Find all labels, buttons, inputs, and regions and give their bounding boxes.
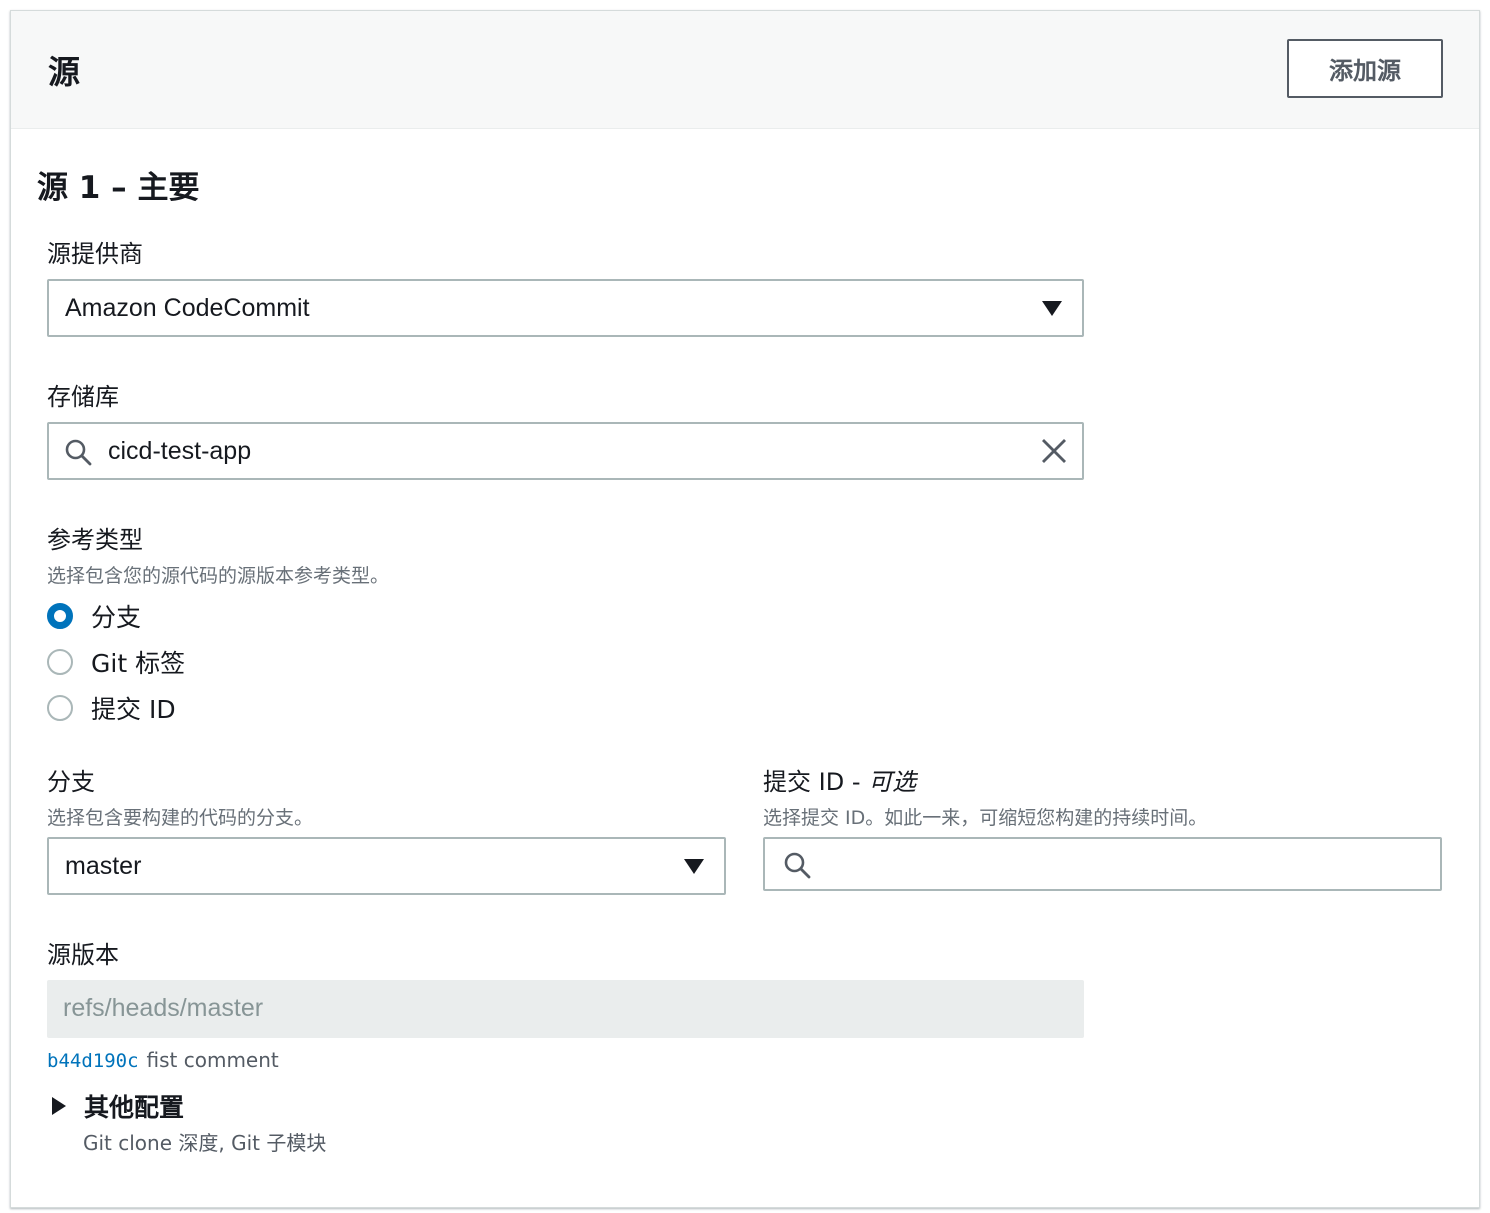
caret-right-icon <box>52 1097 66 1115</box>
source-version-value: refs/heads/master <box>63 994 264 1022</box>
caret-down-icon <box>684 859 704 874</box>
branch-select[interactable]: master <box>47 837 726 895</box>
source-provider-select[interactable]: Amazon CodeCommit <box>47 279 1084 337</box>
reference-type-label: 参考类型 <box>47 526 143 554</box>
radio-button[interactable] <box>47 695 73 721</box>
caret-down-icon <box>1042 301 1062 316</box>
additional-config-label: 其他配置 <box>84 1093 185 1122</box>
section-title: 源 1 – 主要 <box>37 170 200 206</box>
commit-info: b44d190c fist comment <box>47 1048 279 1072</box>
radio-option-branch[interactable]: 分支 <box>47 598 141 634</box>
radio-button[interactable] <box>47 603 73 629</box>
source-provider-value: Amazon CodeCommit <box>65 294 310 322</box>
commit-message: fist comment <box>146 1048 279 1072</box>
branch-value: master <box>65 852 142 880</box>
radio-option-commit-id[interactable]: 提交 ID <box>47 690 176 726</box>
additional-config-expander[interactable]: 其他配置 <box>52 1088 184 1124</box>
search-icon <box>65 439 92 466</box>
search-icon <box>784 852 811 879</box>
radio-button[interactable] <box>47 649 73 675</box>
commit-id-label: 提交 ID - 可选 <box>763 762 916 797</box>
source-version-field: refs/heads/master <box>47 980 1084 1038</box>
panel-title: 源 <box>48 53 81 91</box>
clear-icon[interactable] <box>1040 437 1068 465</box>
radio-label: Git 标签 <box>91 649 186 678</box>
repository-input[interactable]: cicd-test-app <box>47 422 1084 480</box>
radio-option-git-tag[interactable]: Git 标签 <box>47 644 185 680</box>
source-version-label: 源版本 <box>47 941 119 969</box>
commit-id-description: 选择提交 ID。如此一来，可缩短您构建的持续时间。 <box>763 807 1208 829</box>
commit-id-optional: 可选 <box>868 768 917 796</box>
commit-id-label-text: 提交 ID - <box>763 768 869 796</box>
panel-header: 源 添加源 <box>11 11 1479 129</box>
additional-config-description: Git clone 深度, Git 子模块 <box>83 1131 327 1155</box>
radio-label: 提交 ID <box>91 695 176 724</box>
source-provider-label: 源提供商 <box>47 240 143 268</box>
branch-description: 选择包含要构建的代码的分支。 <box>47 807 314 829</box>
reference-type-description: 选择包含您的源代码的源版本参考类型。 <box>47 565 390 587</box>
commit-hash-link[interactable]: b44d190c <box>47 1050 139 1072</box>
repository-value: cicd-test-app <box>108 437 252 465</box>
add-source-button[interactable]: 添加源 <box>1287 39 1443 98</box>
radio-label: 分支 <box>91 603 142 632</box>
branch-label: 分支 <box>47 768 95 796</box>
repository-label: 存储库 <box>47 383 119 411</box>
commit-id-input[interactable] <box>763 837 1442 891</box>
